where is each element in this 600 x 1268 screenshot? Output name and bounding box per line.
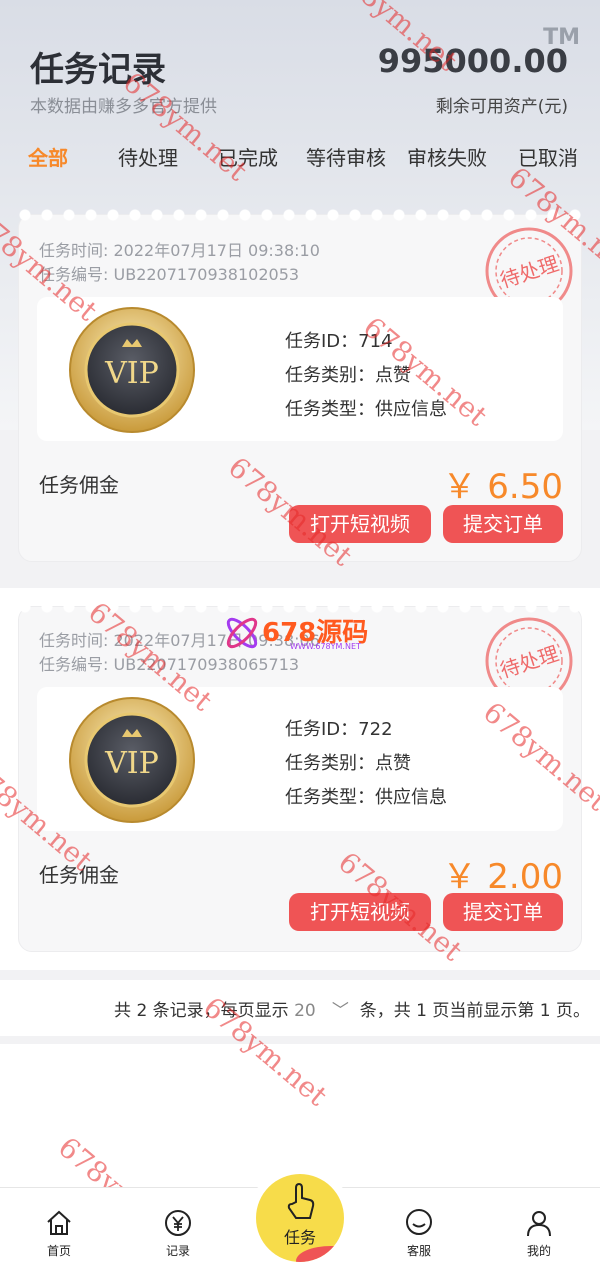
page-title: 任务记录 <box>30 50 166 90</box>
stamp-text: 待处理 <box>497 641 561 682</box>
nav-home-label: 首页 <box>46 1244 71 1258</box>
page-size-select[interactable]: 20 ﹀ <box>294 1001 360 1021</box>
task-number: UB2207170938065713 <box>113 655 300 674</box>
task-number: UB2207170938102053 <box>113 265 300 284</box>
task-id: 任务ID：722 <box>285 719 393 740</box>
commission-amount: ￥ 2.00 <box>442 857 563 897</box>
brand-logo-watermark: 678源码 WWW.678YM.NET <box>222 612 392 654</box>
stamp-text: 待处理 <box>497 251 561 292</box>
tab-review-failed[interactable]: 审核失败 <box>407 142 487 171</box>
task-list-item: 任务时间: 2022年07月17日 09:38:10 任务编号: UB22071… <box>0 198 600 580</box>
nav-service-label: 客服 <box>406 1244 431 1258</box>
tab-completed[interactable]: 已完成 <box>218 142 278 171</box>
submit-order-button[interactable]: 提交订单 <box>443 505 563 543</box>
task-id: 任务ID：714 <box>285 331 393 352</box>
brand-logo-url: WWW.678YM.NET <box>290 642 361 651</box>
pagination-prefix: 共 2 条记录，每页显示 <box>114 1001 289 1021</box>
vip-badge-text: VIP <box>104 746 159 781</box>
task-type: 任务类型：供应信息 <box>285 787 447 808</box>
card-scallop-edge <box>19 209 581 221</box>
task-time-label: 任务时间: <box>39 631 109 650</box>
open-video-button[interactable]: 打开短视频 <box>289 893 431 931</box>
task-number-label: 任务编号: <box>39 265 109 284</box>
task-type: 任务类型：供应信息 <box>285 399 447 420</box>
nav-mine-label: 我的 <box>526 1244 551 1258</box>
vip-badge-icon: VIP <box>69 307 195 433</box>
task-card: 任务时间: 2022年07月17日 09:38:10 任务编号: UB22071… <box>18 209 582 562</box>
task-detail-panel: VIP 任务ID：714 任务类别：点赞 任务类型：供应信息 <box>37 297 563 441</box>
task-number-label: 任务编号: <box>39 655 109 674</box>
nav-records[interactable]: 记录 <box>143 1208 213 1259</box>
task-category: 任务类别：点赞 <box>285 365 411 386</box>
commission-label: 任务佣金 <box>39 863 119 887</box>
atom-logo-icon <box>226 617 258 649</box>
home-icon <box>47 1210 71 1235</box>
user-icon <box>527 1211 551 1237</box>
balance-label: 剩余可用资产(元) <box>435 97 568 117</box>
pagination-bar: 共 2 条记录，每页显示 20 ﹀ 条，共 1 页当前显示第 1 页。 <box>0 980 600 1036</box>
balance-value: 995000.00 <box>377 42 568 80</box>
task-time-label: 任务时间: <box>39 241 109 260</box>
task-card: 任务时间: 2022年07月17日 09:38:06 任务编号: UB22071… <box>18 601 582 952</box>
tab-all[interactable]: 全部 <box>28 142 68 171</box>
tab-pending[interactable]: 待处理 <box>118 142 178 171</box>
vip-badge-text: VIP <box>104 356 159 391</box>
commission-amount: ￥ 6.50 <box>442 467 563 507</box>
open-video-button[interactable]: 打开短视频 <box>289 505 431 543</box>
nav-records-label: 记录 <box>165 1244 190 1258</box>
chevron-down-icon: ﹀ <box>321 1001 355 1021</box>
tab-cancelled[interactable]: 已取消 <box>518 142 578 171</box>
status-tabs: 全部 待处理 已完成 等待审核 审核失败 已取消 <box>0 142 600 182</box>
nav-home[interactable]: 首页 <box>24 1208 94 1259</box>
fab-decoration <box>296 1246 344 1262</box>
nav-mine[interactable]: 我的 <box>504 1208 574 1259</box>
task-fab-button[interactable]: 任务 <box>256 1174 344 1262</box>
vip-badge-icon: VIP <box>69 697 195 823</box>
hand-tap-icon <box>287 1182 315 1219</box>
task-detail-panel: VIP 任务ID：722 任务类别：点赞 任务类型：供应信息 <box>37 687 563 831</box>
yuan-record-icon <box>165 1210 191 1236</box>
fab-label: 任务 <box>283 1228 316 1247</box>
page-size-value: 20 <box>294 1001 316 1021</box>
page-subtitle: 本数据由赚多多官方提供 <box>30 97 217 117</box>
empty-area <box>0 1044 600 1187</box>
commission-label: 任务佣金 <box>39 473 119 497</box>
chat-bubble-icon <box>406 1209 432 1235</box>
task-category: 任务类别：点赞 <box>285 753 411 774</box>
pagination-suffix: 条，共 1 页当前显示第 1 页。 <box>359 1001 590 1021</box>
task-time: 2022年07月17日 09:38:10 <box>113 241 320 260</box>
tab-awaiting-review[interactable]: 等待审核 <box>306 142 386 171</box>
submit-order-button[interactable]: 提交订单 <box>443 893 563 931</box>
nav-service[interactable]: 客服 <box>384 1208 454 1259</box>
